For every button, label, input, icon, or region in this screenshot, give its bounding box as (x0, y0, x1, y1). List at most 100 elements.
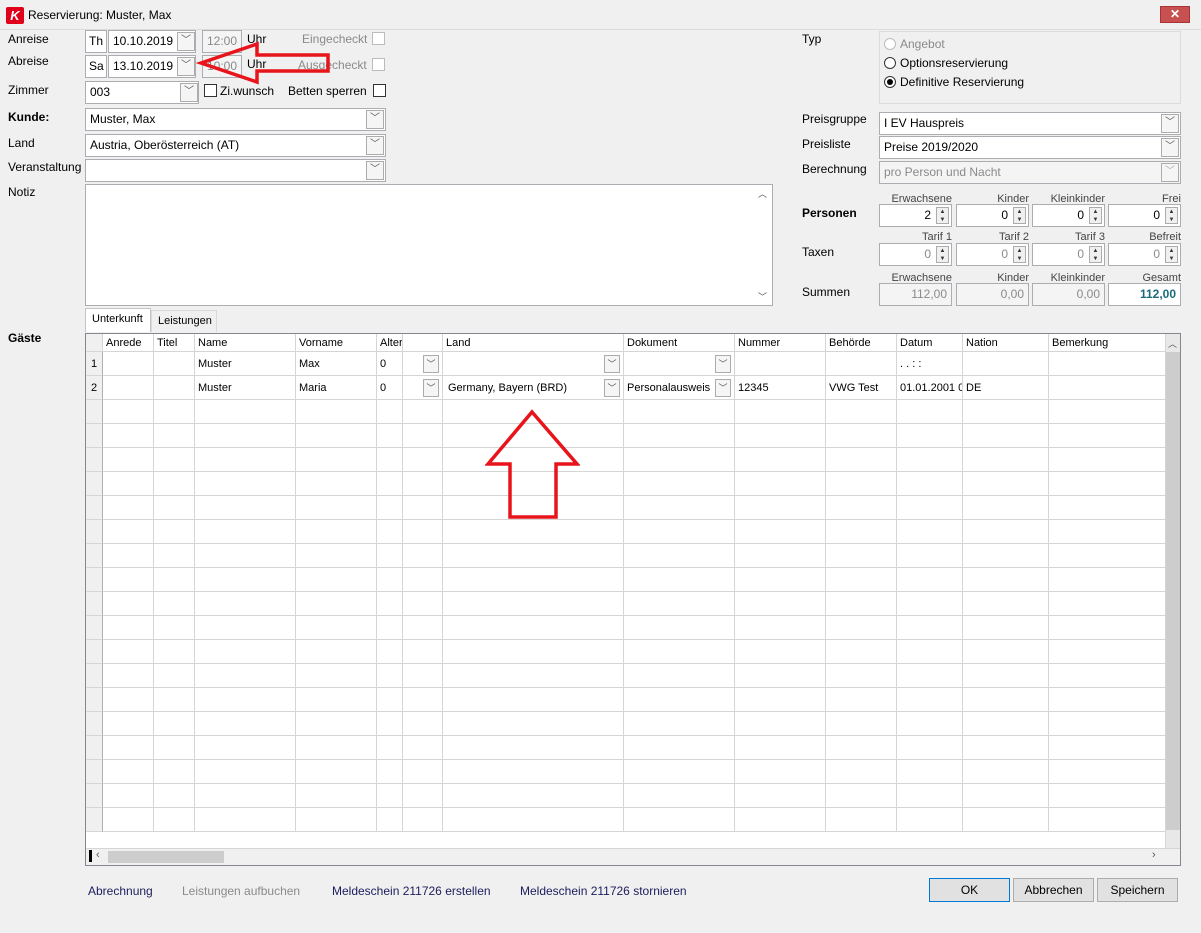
empty-cell[interactable] (377, 520, 403, 544)
horizontal-scrollbar[interactable] (86, 848, 1180, 865)
empty-cell[interactable] (963, 688, 1049, 712)
empty-cell[interactable] (735, 568, 826, 592)
meldeschein-stornieren-link[interactable]: Meldeschein 211726 stornieren (520, 884, 687, 898)
taxen-tarif2-stepper[interactable]: 0 ▲ ▼ (956, 243, 1029, 266)
empty-cell[interactable] (897, 400, 963, 424)
empty-cell[interactable] (624, 664, 735, 688)
empty-cell[interactable] (963, 760, 1049, 784)
empty-cell[interactable] (103, 616, 154, 640)
empty-cell[interactable] (443, 784, 624, 808)
empty-cell[interactable] (826, 544, 897, 568)
betten-sperren-checkbox[interactable] (373, 84, 386, 97)
berechnung-select[interactable]: pro Person und Nacht (879, 161, 1181, 184)
empty-cell[interactable] (624, 808, 735, 832)
empty-cell[interactable] (403, 712, 443, 736)
empty-cell[interactable] (826, 472, 897, 496)
empty-cell[interactable] (403, 496, 443, 520)
row-number[interactable] (86, 640, 103, 664)
empty-cell[interactable] (624, 400, 735, 424)
spin-arrows-icon[interactable]: ▲ ▼ (1089, 246, 1102, 263)
empty-cell[interactable] (403, 736, 443, 760)
empty-cell[interactable] (624, 712, 735, 736)
taxen-befreit-stepper[interactable]: 0 ▲ ▼ (1108, 243, 1181, 266)
empty-cell[interactable] (897, 424, 963, 448)
cell-alter[interactable]: 0 (377, 352, 403, 376)
cell-datum[interactable]: 01.01.2001 0 (897, 376, 963, 400)
vertical-scroll-thumb[interactable] (1166, 352, 1180, 830)
scroll-right-icon[interactable]: › (1152, 849, 1156, 861)
berechnung-chevron-down-icon[interactable]: ﹀ (1161, 163, 1179, 182)
empty-cell[interactable] (735, 808, 826, 832)
row-number[interactable] (86, 592, 103, 616)
col-anrede[interactable]: Anrede (103, 334, 154, 352)
empty-cell[interactable] (624, 544, 735, 568)
empty-cell[interactable] (735, 448, 826, 472)
empty-cell[interactable] (443, 592, 624, 616)
empty-cell[interactable] (296, 400, 377, 424)
empty-cell[interactable] (826, 568, 897, 592)
empty-cell[interactable] (826, 640, 897, 664)
empty-cell[interactable] (377, 616, 403, 640)
tab-unterkunft[interactable]: Unterkunft (85, 308, 151, 332)
empty-cell[interactable] (103, 688, 154, 712)
notiz-scroll-up-icon[interactable]: ︿ (758, 187, 767, 200)
empty-cell[interactable] (443, 688, 624, 712)
empty-cell[interactable] (897, 544, 963, 568)
notiz-textarea[interactable] (85, 184, 773, 306)
scroll-left-icon[interactable]: ‹ (96, 849, 100, 861)
cell-datum[interactable]: . . : : (897, 352, 963, 376)
empty-cell[interactable] (403, 520, 443, 544)
ok-button[interactable]: OK (929, 878, 1010, 902)
empty-cell[interactable] (1049, 496, 1166, 520)
empty-cell[interactable] (1049, 424, 1166, 448)
cell-anrede[interactable] (103, 376, 154, 400)
empty-cell[interactable] (377, 664, 403, 688)
empty-cell[interactable] (154, 808, 195, 832)
empty-cell[interactable] (296, 448, 377, 472)
empty-cell[interactable] (195, 496, 296, 520)
empty-cell[interactable] (1049, 712, 1166, 736)
empty-cell[interactable] (103, 592, 154, 616)
empty-cell[interactable] (624, 640, 735, 664)
empty-cell[interactable] (296, 496, 377, 520)
empty-cell[interactable] (897, 496, 963, 520)
empty-cell[interactable] (195, 544, 296, 568)
preisliste-chevron-down-icon[interactable]: ﹀ (1161, 138, 1179, 157)
empty-cell[interactable] (735, 616, 826, 640)
empty-cell[interactable] (826, 736, 897, 760)
cell-name[interactable]: Muster (195, 376, 296, 400)
empty-cell[interactable] (624, 568, 735, 592)
row-number[interactable] (86, 424, 103, 448)
empty-cell[interactable] (296, 592, 377, 616)
empty-cell[interactable] (443, 568, 624, 592)
empty-cell[interactable] (103, 736, 154, 760)
empty-cell[interactable] (296, 544, 377, 568)
col-dokument[interactable]: Dokument (624, 334, 735, 352)
col-alter[interactable]: Alter (377, 334, 403, 352)
empty-cell[interactable] (154, 664, 195, 688)
land-select[interactable]: Austria, Oberösterreich (AT) (85, 134, 386, 157)
empty-cell[interactable] (403, 616, 443, 640)
empty-cell[interactable] (154, 424, 195, 448)
spin-arrows-icon[interactable]: ▲ ▼ (936, 207, 949, 224)
empty-cell[interactable] (735, 592, 826, 616)
empty-cell[interactable] (443, 616, 624, 640)
empty-cell[interactable] (103, 784, 154, 808)
empty-cell[interactable] (154, 400, 195, 424)
empty-cell[interactable] (1049, 400, 1166, 424)
tab-leistungen[interactable]: Leistungen (151, 310, 217, 332)
empty-cell[interactable] (735, 784, 826, 808)
empty-cell[interactable] (195, 760, 296, 784)
empty-cell[interactable] (443, 520, 624, 544)
empty-cell[interactable] (154, 496, 195, 520)
empty-cell[interactable] (963, 544, 1049, 568)
empty-cell[interactable] (963, 496, 1049, 520)
empty-cell[interactable] (1049, 568, 1166, 592)
empty-cell[interactable] (735, 544, 826, 568)
empty-cell[interactable] (443, 712, 624, 736)
empty-cell[interactable] (735, 688, 826, 712)
empty-cell[interactable] (195, 640, 296, 664)
empty-cell[interactable] (403, 544, 443, 568)
empty-cell[interactable] (377, 784, 403, 808)
cell-nation[interactable] (963, 352, 1049, 376)
